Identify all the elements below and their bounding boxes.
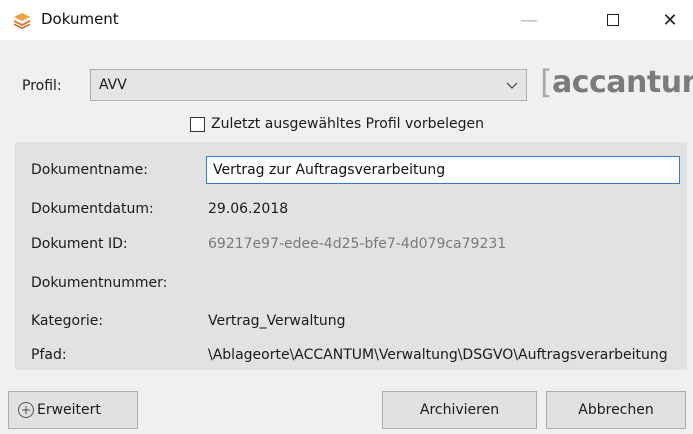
- title-bar: Dokument — ✕: [0, 0, 693, 40]
- abbrechen-button[interactable]: Abbrechen: [546, 391, 686, 429]
- chevron-down-icon: [506, 82, 518, 89]
- maximize-icon: [607, 14, 619, 26]
- erweitert-button[interactable]: Erweitert: [8, 391, 138, 429]
- dokumentdatum-value: 29.06.2018: [208, 201, 289, 217]
- plus-circle-icon: [18, 402, 34, 418]
- pfad-value: \Ablageorte\ACCANTUM\Verwaltung\DSGVO\Au…: [208, 347, 668, 363]
- minimize-button[interactable]: —: [506, 0, 552, 40]
- document-fields-panel: Dokumentname: Dokumentdatum: 29.06.2018 …: [15, 142, 687, 370]
- pfad-label: Pfad:: [31, 347, 67, 363]
- kategorie-label: Kategorie:: [31, 313, 104, 329]
- maximize-button[interactable]: [590, 0, 636, 40]
- erweitert-label: Erweitert: [37, 402, 101, 418]
- abbrechen-label: Abbrechen: [578, 402, 654, 418]
- profil-dropdown[interactable]: AVV: [90, 69, 527, 101]
- pfad-value-container: \Ablageorte\ACCANTUM\Verwaltung\DSGVO\Au…: [208, 347, 682, 363]
- profil-label: Profil:: [22, 78, 62, 94]
- window-title: Dokument: [41, 10, 119, 28]
- profile-area: Profil: AVV [ accantum ] Zuletzt ausgewä…: [0, 40, 693, 138]
- close-icon: ✕: [662, 9, 678, 31]
- archivieren-label: Archivieren: [419, 402, 500, 418]
- remember-profile-row[interactable]: Zuletzt ausgewähltes Profil vorbelegen: [190, 114, 484, 134]
- button-bar: Erweitert Archivieren Abbrechen: [0, 370, 693, 434]
- stacked-documents-icon: [14, 13, 30, 29]
- dokumentname-label: Dokumentname:: [31, 162, 148, 178]
- dokument-id-value: 69217e97-edee-4d25-bfe7-4d079ca79231: [208, 236, 507, 252]
- remember-profile-checkbox[interactable]: [190, 116, 205, 132]
- profil-selected-value: AVV: [99, 77, 127, 93]
- accantum-logo: [ accantum ]: [540, 63, 693, 101]
- close-button[interactable]: ✕: [647, 0, 693, 40]
- dokumentdatum-label: Dokumentdatum:: [31, 201, 154, 217]
- dokumentnummer-label: Dokumentnummer:: [31, 275, 168, 291]
- remember-profile-label[interactable]: Zuletzt ausgewähltes Profil vorbelegen: [211, 116, 484, 132]
- archivieren-button[interactable]: Archivieren: [382, 391, 537, 429]
- dokumentname-input[interactable]: [206, 156, 680, 184]
- dokument-id-label: Dokument ID:: [31, 236, 128, 252]
- kategorie-value: Vertrag_Verwaltung: [208, 313, 346, 329]
- minimize-icon: —: [520, 9, 538, 31]
